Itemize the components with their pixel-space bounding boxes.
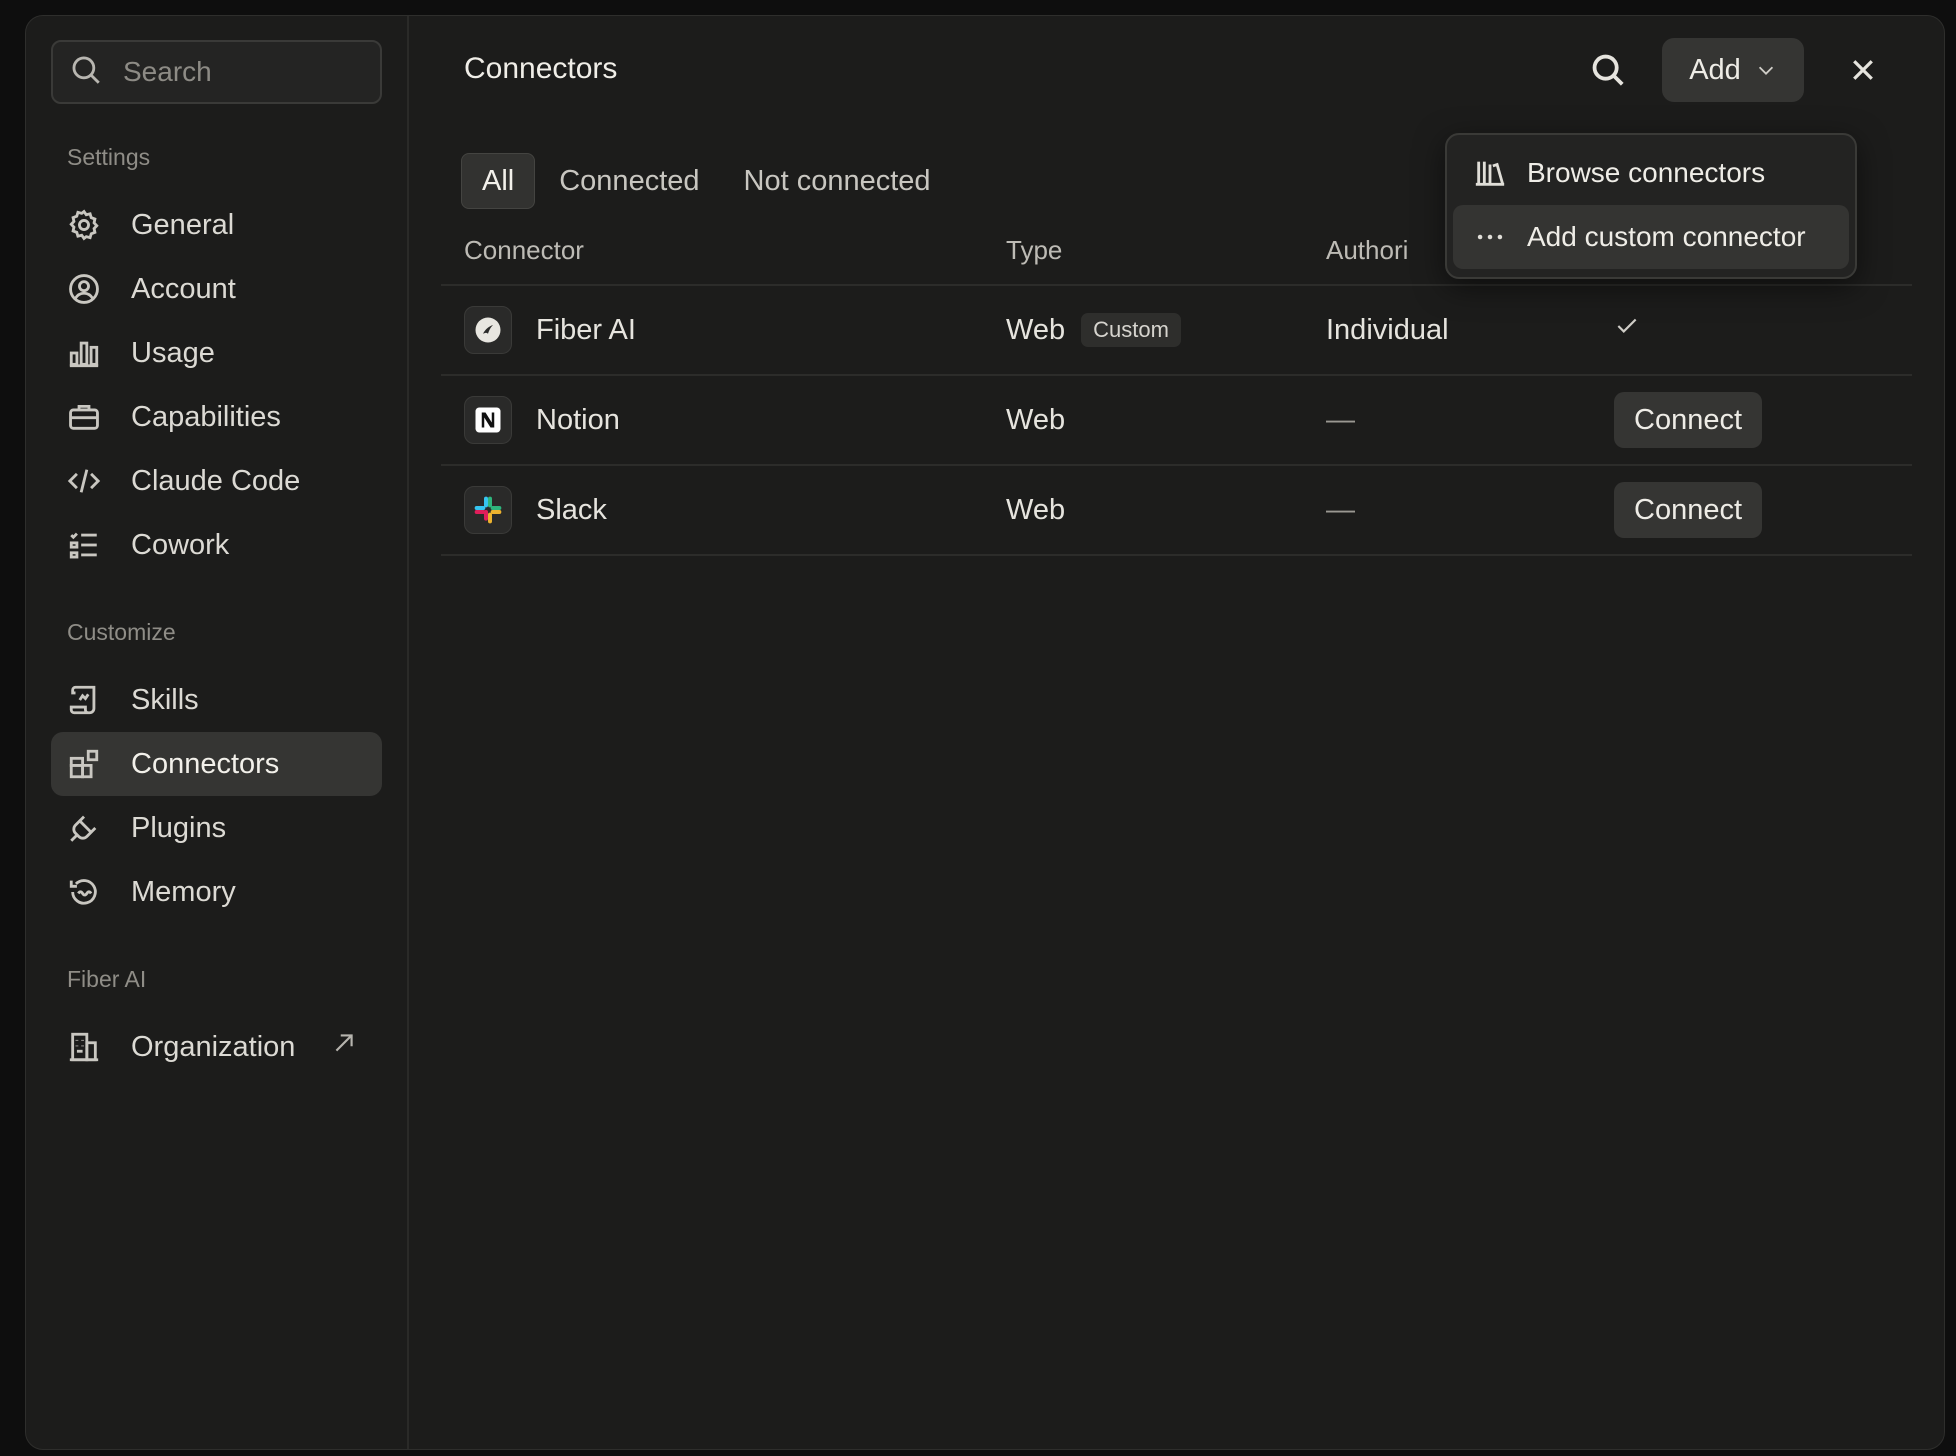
sidebar-item-skills[interactable]: Skills [51, 668, 382, 732]
page-title: Connectors [464, 52, 618, 85]
sidebar-item-label: Memory [131, 875, 236, 908]
connector-type: Web [1006, 313, 1066, 346]
close-icon [1853, 60, 1873, 80]
sidebar-item-label: Skills [131, 683, 199, 716]
connector-name: Fiber AI [536, 313, 636, 346]
external-link-icon [331, 1030, 357, 1064]
settings-modal: Settings General Account Usage Capabilit… [25, 15, 1945, 1450]
notion-logo-icon [464, 396, 512, 444]
checklist-icon [67, 528, 101, 562]
sidebar-item-label: Usage [131, 336, 215, 369]
column-header-connector: Connector [464, 234, 584, 265]
table-row-notion[interactable]: Notion Web — Connect [441, 376, 1912, 466]
search-icon [1592, 54, 1624, 86]
bar-chart-icon [67, 336, 101, 370]
sidebar-item-label: General [131, 208, 235, 241]
more-horizontal-icon [1473, 220, 1507, 254]
slack-logo-icon [464, 486, 512, 534]
connector-auth: Individual [1326, 313, 1449, 346]
custom-badge: Custom [1081, 313, 1181, 347]
section-label-customize: Customize [67, 619, 176, 645]
connector-type: Web [1006, 403, 1066, 436]
connectors-icon [67, 747, 101, 781]
search-icon [69, 53, 103, 92]
sidebar-item-connectors[interactable]: Connectors [51, 732, 382, 796]
search-input[interactable] [123, 56, 343, 88]
sidebar: Settings General Account Usage Capabilit… [26, 16, 409, 1449]
close-button[interactable] [1839, 46, 1887, 94]
plug-icon [67, 811, 101, 845]
add-button-label: Add [1689, 53, 1741, 86]
sidebar-item-label: Cowork [131, 528, 230, 561]
sidebar-item-label: Connectors [131, 747, 280, 780]
sidebar-item-organization[interactable]: Organization [51, 1015, 382, 1079]
sidebar-item-memory[interactable]: Memory [51, 860, 382, 924]
building-icon [67, 1030, 101, 1064]
sidebar-item-label: Claude Code [131, 464, 301, 497]
sidebar-item-claude-code[interactable]: Claude Code [51, 449, 382, 513]
memory-icon [67, 875, 101, 909]
connect-button-notion[interactable]: Connect [1614, 392, 1763, 448]
chevron-down-icon [1758, 66, 1773, 75]
section-label-org: Fiber AI [67, 966, 147, 992]
gear-icon [67, 208, 101, 242]
sidebar-item-general[interactable]: General [51, 193, 382, 257]
sidebar-item-label: Account [131, 272, 236, 305]
table-row-slack[interactable]: Slack Web — Connect [441, 466, 1912, 556]
sidebar-item-capabilities[interactable]: Capabilities [51, 385, 382, 449]
user-circle-icon [67, 272, 101, 306]
check-icon [1614, 313, 1640, 347]
library-icon [1473, 156, 1507, 190]
tab-connected[interactable]: Connected [539, 153, 719, 209]
sidebar-item-usage[interactable]: Usage [51, 321, 382, 385]
sidebar-item-account[interactable]: Account [51, 257, 382, 321]
filter-tabs: All Connected Not connected [461, 153, 955, 209]
sidebar-item-label: Plugins [131, 811, 227, 844]
fiber-ai-logo-icon [464, 306, 512, 354]
connector-name: Notion [536, 403, 620, 436]
sidebar-item-label: Organization [131, 1030, 296, 1063]
sidebar-item-plugins[interactable]: Plugins [51, 796, 382, 860]
search-button[interactable] [1584, 46, 1632, 94]
connector-name: Slack [536, 493, 607, 526]
tab-not-connected[interactable]: Not connected [724, 153, 951, 209]
column-header-type: Type [1006, 234, 1063, 265]
add-dropdown-menu: Browse connectors Add custom connector [1445, 133, 1857, 279]
sidebar-item-label: Capabilities [131, 400, 281, 433]
add-dropdown-button[interactable]: Add [1662, 38, 1804, 102]
sidebar-item-cowork[interactable]: Cowork [51, 513, 382, 577]
connector-auth: — [1326, 493, 1355, 526]
code-icon [67, 464, 101, 498]
top-actions: Add [1584, 38, 1944, 102]
scroll-icon [67, 683, 101, 717]
table-row-fiber-ai[interactable]: Fiber AI Web Custom Individual [441, 286, 1912, 376]
connector-auth: — [1326, 403, 1355, 436]
connector-type: Web [1006, 493, 1066, 526]
menu-item-browse-connectors[interactable]: Browse connectors [1453, 141, 1849, 205]
briefcase-icon [67, 400, 101, 434]
sidebar-search[interactable] [51, 40, 382, 104]
menu-item-add-custom-connector[interactable]: Add custom connector [1453, 205, 1849, 269]
menu-item-label: Add custom connector [1527, 221, 1806, 252]
menu-item-label: Browse connectors [1527, 157, 1766, 188]
section-label-settings: Settings [67, 144, 151, 170]
connect-button-slack[interactable]: Connect [1614, 482, 1763, 538]
tab-all[interactable]: All [461, 153, 536, 209]
